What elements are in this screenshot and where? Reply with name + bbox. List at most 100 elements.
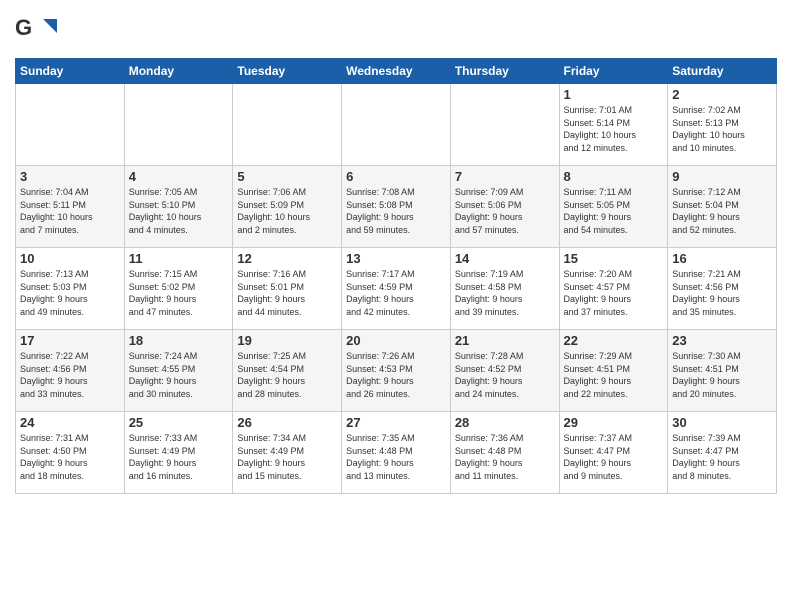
day-info: Sunrise: 7:01 AM Sunset: 5:14 PM Dayligh… — [564, 104, 664, 154]
calendar-cell: 17 Sunrise: 7:22 AM Sunset: 4:56 PM Dayli… — [16, 330, 125, 412]
calendar-week-2: 3 Sunrise: 7:04 AM Sunset: 5:11 PM Daylig… — [16, 166, 777, 248]
calendar-cell: 24Sunrise: 7:31 AM Sunset: 4:50 PM Dayli… — [16, 412, 125, 494]
day-info: Sunrise: 7:11 AM Sunset: 5:05 PM Dayligh… — [564, 186, 664, 236]
day-info: Sunrise: 7:33 AM Sunset: 4:49 PM Dayligh… — [129, 432, 229, 482]
calendar-cell: 29 Sunrise: 7:37 AM Sunset: 4:47 PM Dayli… — [559, 412, 668, 494]
calendar-cell: 22 Sunrise: 7:29 AM Sunset: 4:51 PM Dayli… — [559, 330, 668, 412]
day-info: Sunrise: 7:28 AM Sunset: 4:52 PM Dayligh… — [455, 350, 555, 400]
day-info: Sunrise: 7:24 AM Sunset: 4:55 PM Dayligh… — [129, 350, 229, 400]
calendar-cell: 25 Sunrise: 7:33 AM Sunset: 4:49 PM Dayli… — [124, 412, 233, 494]
day-number: 25 — [129, 415, 229, 430]
day-info: Sunrise: 7:19 AM Sunset: 4:58 PM Dayligh… — [455, 268, 555, 318]
calendar-cell: 10 Sunrise: 7:13 AM Sunset: 5:03 PM Dayli… — [16, 248, 125, 330]
day-info: Sunrise: 7:25 AM Sunset: 4:54 PM Dayligh… — [237, 350, 337, 400]
day-number: 20 — [346, 333, 446, 348]
calendar-cell: 16 Sunrise: 7:21 AM Sunset: 4:56 PM Dayli… — [668, 248, 777, 330]
logo: G — [15, 15, 59, 50]
calendar-cell: 2 Sunrise: 7:02 AM Sunset: 5:13 PM Daylig… — [668, 84, 777, 166]
calendar-week-1: 1 Sunrise: 7:01 AM Sunset: 5:14 PM Daylig… — [16, 84, 777, 166]
day-number: 30 — [672, 415, 772, 430]
page-container: G Sunday Monday Tuesday Wednesday Thursd… — [0, 0, 792, 499]
day-info: Sunrise: 7:09 AM Sunset: 5:06 PM Dayligh… — [455, 186, 555, 236]
calendar-cell: 4Sunrise: 7:05 AM Sunset: 5:10 PM Daylig… — [124, 166, 233, 248]
day-info: Sunrise: 7:13 AM Sunset: 5:03 PM Dayligh… — [20, 268, 120, 318]
calendar-cell: 9Sunrise: 7:12 AM Sunset: 5:04 PM Daylig… — [668, 166, 777, 248]
calendar-cell: 6 Sunrise: 7:08 AM Sunset: 5:08 PM Daylig… — [342, 166, 451, 248]
day-info: Sunrise: 7:35 AM Sunset: 4:48 PM Dayligh… — [346, 432, 446, 482]
day-info: Sunrise: 7:20 AM Sunset: 4:57 PM Dayligh… — [564, 268, 664, 318]
calendar-week-3: 10 Sunrise: 7:13 AM Sunset: 5:03 PM Dayli… — [16, 248, 777, 330]
calendar-cell: 7 Sunrise: 7:09 AM Sunset: 5:06 PM Daylig… — [450, 166, 559, 248]
calendar-week-4: 17 Sunrise: 7:22 AM Sunset: 4:56 PM Dayli… — [16, 330, 777, 412]
calendar-cell: 1 Sunrise: 7:01 AM Sunset: 5:14 PM Daylig… — [559, 84, 668, 166]
day-info: Sunrise: 7:08 AM Sunset: 5:08 PM Dayligh… — [346, 186, 446, 236]
day-number: 6 — [346, 169, 446, 184]
day-number: 26 — [237, 415, 337, 430]
logo-icon: G — [15, 15, 55, 50]
calendar-cell — [233, 84, 342, 166]
day-info: Sunrise: 7:31 AM Sunset: 4:50 PM Dayligh… — [20, 432, 120, 482]
day-number: 29 — [564, 415, 664, 430]
day-number: 23 — [672, 333, 772, 348]
day-info: Sunrise: 7:34 AM Sunset: 4:49 PM Dayligh… — [237, 432, 337, 482]
day-number: 22 — [564, 333, 664, 348]
calendar-cell: 20 Sunrise: 7:26 AM Sunset: 4:53 PM Dayli… — [342, 330, 451, 412]
calendar-cell — [450, 84, 559, 166]
calendar-cell — [16, 84, 125, 166]
day-info: Sunrise: 7:21 AM Sunset: 4:56 PM Dayligh… — [672, 268, 772, 318]
day-number: 18 — [129, 333, 229, 348]
day-number: 2 — [672, 87, 772, 102]
day-number: 7 — [455, 169, 555, 184]
day-number: 11 — [129, 251, 229, 266]
day-number: 9 — [672, 169, 772, 184]
col-saturday: Saturday — [668, 59, 777, 84]
calendar-cell: 13 Sunrise: 7:17 AM Sunset: 4:59 PM Dayli… — [342, 248, 451, 330]
calendar-cell: 21 Sunrise: 7:28 AM Sunset: 4:52 PM Dayli… — [450, 330, 559, 412]
day-number: 27 — [346, 415, 446, 430]
calendar-cell: 23 Sunrise: 7:30 AM Sunset: 4:51 PM Dayli… — [668, 330, 777, 412]
header-row: Sunday Monday Tuesday Wednesday Thursday… — [16, 59, 777, 84]
day-number: 3 — [20, 169, 120, 184]
col-friday: Friday — [559, 59, 668, 84]
svg-text:G: G — [15, 15, 32, 40]
day-number: 5 — [237, 169, 337, 184]
day-number: 1 — [564, 87, 664, 102]
day-number: 21 — [455, 333, 555, 348]
col-monday: Monday — [124, 59, 233, 84]
calendar-cell: 5 Sunrise: 7:06 AM Sunset: 5:09 PM Daylig… — [233, 166, 342, 248]
day-info: Sunrise: 7:39 AM Sunset: 4:47 PM Dayligh… — [672, 432, 772, 482]
day-info: Sunrise: 7:04 AM Sunset: 5:11 PM Dayligh… — [20, 186, 120, 236]
day-info: Sunrise: 7:17 AM Sunset: 4:59 PM Dayligh… — [346, 268, 446, 318]
calendar-cell: 12Sunrise: 7:16 AM Sunset: 5:01 PM Dayli… — [233, 248, 342, 330]
day-number: 17 — [20, 333, 120, 348]
day-info: Sunrise: 7:30 AM Sunset: 4:51 PM Dayligh… — [672, 350, 772, 400]
day-number: 8 — [564, 169, 664, 184]
day-info: Sunrise: 7:37 AM Sunset: 4:47 PM Dayligh… — [564, 432, 664, 482]
day-info: Sunrise: 7:26 AM Sunset: 4:53 PM Dayligh… — [346, 350, 446, 400]
day-number: 10 — [20, 251, 120, 266]
calendar-body: 1 Sunrise: 7:01 AM Sunset: 5:14 PM Daylig… — [16, 84, 777, 494]
calendar-cell — [342, 84, 451, 166]
day-info: Sunrise: 7:02 AM Sunset: 5:13 PM Dayligh… — [672, 104, 772, 154]
day-info: Sunrise: 7:16 AM Sunset: 5:01 PM Dayligh… — [237, 268, 337, 318]
calendar-cell: 15Sunrise: 7:20 AM Sunset: 4:57 PM Dayli… — [559, 248, 668, 330]
calendar-cell: 14 Sunrise: 7:19 AM Sunset: 4:58 PM Dayli… — [450, 248, 559, 330]
day-info: Sunrise: 7:06 AM Sunset: 5:09 PM Dayligh… — [237, 186, 337, 236]
day-number: 14 — [455, 251, 555, 266]
day-number: 19 — [237, 333, 337, 348]
calendar-table: Sunday Monday Tuesday Wednesday Thursday… — [15, 58, 777, 494]
col-thursday: Thursday — [450, 59, 559, 84]
day-number: 13 — [346, 251, 446, 266]
day-info: Sunrise: 7:29 AM Sunset: 4:51 PM Dayligh… — [564, 350, 664, 400]
col-tuesday: Tuesday — [233, 59, 342, 84]
day-info: Sunrise: 7:22 AM Sunset: 4:56 PM Dayligh… — [20, 350, 120, 400]
calendar-cell: 26 Sunrise: 7:34 AM Sunset: 4:49 PM Dayli… — [233, 412, 342, 494]
calendar-cell — [124, 84, 233, 166]
calendar-cell: 3 Sunrise: 7:04 AM Sunset: 5:11 PM Daylig… — [16, 166, 125, 248]
header: G — [15, 10, 777, 50]
calendar-cell: 19 Sunrise: 7:25 AM Sunset: 4:54 PM Dayli… — [233, 330, 342, 412]
day-number: 16 — [672, 251, 772, 266]
col-wednesday: Wednesday — [342, 59, 451, 84]
day-number: 4 — [129, 169, 229, 184]
calendar-cell: 11Sunrise: 7:15 AM Sunset: 5:02 PM Dayli… — [124, 248, 233, 330]
